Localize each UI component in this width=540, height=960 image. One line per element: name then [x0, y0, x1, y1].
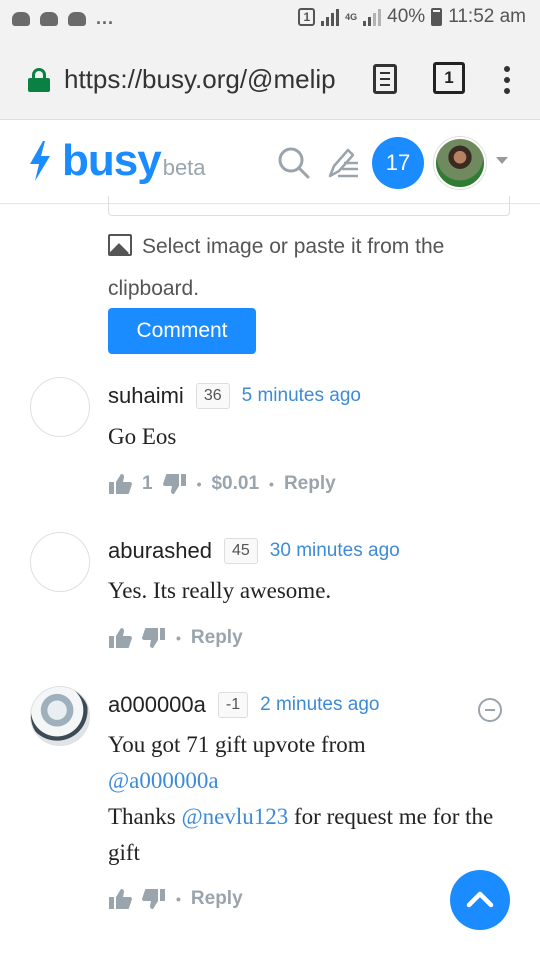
bolt-icon: [30, 141, 50, 181]
battery-percent: 40%: [387, 6, 426, 27]
comment-body: Yes. Its really awesome.: [108, 578, 332, 603]
battery-icon: [431, 8, 443, 26]
reply-link[interactable]: Reply: [191, 627, 243, 649]
sim-badge: 1: [298, 8, 316, 26]
reputation-badge: 36: [195, 383, 230, 409]
separator: •: [176, 891, 181, 907]
signal-icon-2: [363, 8, 382, 26]
thumb-down-icon[interactable]: [142, 627, 166, 649]
write-icon[interactable]: [326, 146, 360, 180]
mention-link[interactable]: @a000000a: [108, 768, 219, 793]
comment-header: suhaimi 36 5 minutes ago: [108, 383, 361, 409]
separator: •: [196, 476, 202, 492]
busy-logo[interactable]: busy beta: [28, 136, 206, 186]
mention-link[interactable]: @nevlu123: [181, 804, 288, 829]
comment-author[interactable]: suhaimi: [108, 383, 184, 409]
separator: •: [269, 476, 274, 492]
tabs-icon[interactable]: 1: [433, 62, 465, 94]
notifications-button[interactable]: 17: [372, 137, 424, 189]
thumb-up-icon[interactable]: [108, 627, 132, 649]
comment-text: You got 71 gift upvote from: [108, 732, 366, 757]
like-count[interactable]: 1: [142, 473, 153, 495]
signal-icon: [321, 8, 340, 26]
comment-header: a000000a -1 2 minutes ago: [108, 692, 379, 718]
comment-actions: • Reply: [108, 627, 243, 649]
status-notifications: ...: [12, 8, 114, 29]
comment-text: Thanks: [108, 804, 176, 829]
comment-payout[interactable]: $0.01: [211, 473, 259, 495]
comment-header: aburashed 45 30 minutes ago: [108, 538, 400, 564]
comment-actions: 1 • $0.01 • Reply: [108, 473, 336, 495]
notification-icon: [68, 11, 86, 26]
status-indicators: 1 4G 40% 11:52 am: [298, 6, 526, 28]
reputation-badge: -1: [217, 692, 249, 718]
reader-mode-icon[interactable]: [373, 64, 397, 94]
collapse-icon[interactable]: [478, 698, 502, 722]
url-field[interactable]: https://busy.org/@melip: [64, 64, 354, 95]
user-avatar[interactable]: [434, 137, 486, 189]
avatar[interactable]: [30, 532, 90, 592]
comment-button[interactable]: Comment: [108, 308, 256, 354]
network-type: 4G: [345, 11, 358, 22]
scroll-to-top-button[interactable]: [450, 870, 510, 930]
thumb-up-icon[interactable]: [108, 888, 132, 910]
thumb-down-icon[interactable]: [142, 888, 166, 910]
thumb-down-icon[interactable]: [162, 473, 187, 495]
thumb-up-icon[interactable]: [108, 473, 132, 495]
select-image-text: Select image or paste it from the clipbo…: [108, 235, 445, 300]
reply-link[interactable]: Reply: [191, 888, 243, 910]
search-icon[interactable]: [277, 146, 311, 180]
reply-link[interactable]: Reply: [284, 473, 336, 495]
browser-toolbar: https://busy.org/@melip 1: [0, 38, 540, 120]
clock: 11:52 am: [448, 6, 526, 27]
select-image-link[interactable]: Select image or paste it from the clipbo…: [108, 226, 508, 310]
comment-textarea[interactable]: [108, 196, 510, 216]
status-bar: ... 1 4G 40% 11:52 am: [0, 0, 540, 38]
comment-time[interactable]: 5 minutes ago: [242, 385, 361, 407]
logo-text: busy: [62, 136, 162, 185]
separator: •: [176, 630, 181, 646]
comment-time[interactable]: 2 minutes ago: [260, 694, 379, 716]
comment-actions: • Reply: [108, 888, 243, 910]
more-vert-icon[interactable]: [498, 64, 518, 96]
chevron-down-icon[interactable]: [496, 157, 508, 164]
notification-icon: [12, 11, 30, 26]
reputation-badge: 45: [223, 538, 258, 564]
logo-beta: beta: [162, 155, 206, 180]
comment-body: Go Eos: [108, 424, 177, 449]
site-header: busy beta 17: [0, 120, 540, 204]
notification-icon: [40, 11, 58, 26]
avatar[interactable]: [30, 377, 90, 437]
chevron-up-icon: [466, 891, 494, 908]
comment-body: You got 71 gift upvote from @a000000a Th…: [108, 727, 508, 871]
comment-time[interactable]: 30 minutes ago: [270, 540, 400, 562]
avatar[interactable]: [30, 686, 90, 746]
comment-author[interactable]: aburashed: [108, 538, 212, 564]
lock-icon[interactable]: [28, 68, 50, 92]
more-notifications: ...: [96, 8, 115, 28]
comment-author[interactable]: a000000a: [108, 692, 206, 718]
image-icon: [108, 234, 132, 256]
